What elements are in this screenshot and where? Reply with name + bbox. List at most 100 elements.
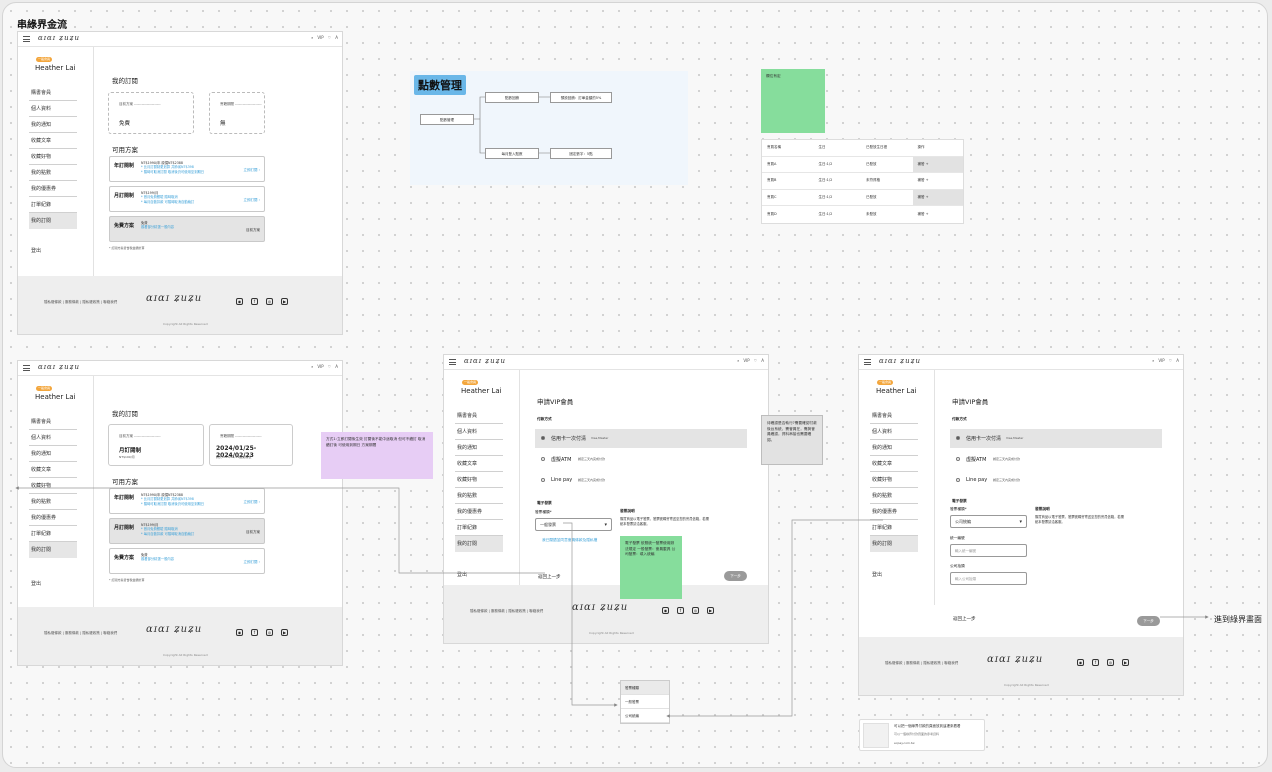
youtube-icon[interactable]: ▶ bbox=[707, 607, 714, 614]
pay-option-linepay[interactable]: Line pay 綁定三天內完成付款 bbox=[535, 471, 747, 490]
pay-option-atm[interactable]: 虛擬ATM 綁定三天內完成付款 bbox=[950, 450, 1162, 469]
subscribe-button[interactable]: 立即訂閱 › bbox=[243, 500, 260, 505]
plan-card-yearly[interactable]: 年訂閱制 NT$1990/年 原價NT$2388 * 比月訂閱制更划算 共節省N… bbox=[109, 156, 265, 182]
pay-option-atm[interactable]: 虛擬ATM 綁定三天內完成付款 bbox=[535, 450, 747, 469]
plan-card-monthly[interactable]: 月訂閱制 NT$199/月 * 首月免費體驗 隨時取消 * 每月自動扣款 可隨時… bbox=[109, 186, 265, 212]
menu-item[interactable]: 收藏文章 bbox=[29, 133, 77, 149]
logout-link[interactable]: 登出 bbox=[457, 571, 467, 578]
vip-icon[interactable]: VIP bbox=[743, 358, 749, 363]
menu-item[interactable]: 我的通知 bbox=[29, 446, 77, 462]
menu-item[interactable]: 我的通知 bbox=[455, 440, 503, 456]
menu-item[interactable]: 訂單紀錄 bbox=[29, 526, 77, 542]
search-icon[interactable]: ⌕ bbox=[1152, 358, 1154, 363]
radio-on-icon[interactable] bbox=[541, 436, 545, 440]
search-icon[interactable]: ⌕ bbox=[311, 364, 313, 369]
account-icon[interactable]: A bbox=[335, 35, 338, 40]
pay-option-linepay[interactable]: Line pay 綁定三天內完成付款 bbox=[950, 471, 1162, 490]
search-icon[interactable]: ⌕ bbox=[737, 358, 739, 363]
next-button[interactable]: 下一步 bbox=[724, 571, 747, 581]
menu-item[interactable]: 我的優惠券 bbox=[455, 504, 503, 520]
invoice-type-select[interactable]: 公司統編 bbox=[950, 515, 1027, 528]
instagram-icon[interactable]: ◉ bbox=[1077, 659, 1084, 666]
company-input[interactable]: 輸入公司抬頭 bbox=[950, 572, 1027, 585]
menu-item[interactable]: 收藏文章 bbox=[29, 462, 77, 478]
logout-link[interactable]: 登出 bbox=[31, 580, 41, 587]
footer-links[interactable]: 隱私權條款 | 服務條款 | 隱私權政策 | 聯絡我們 bbox=[885, 661, 958, 666]
points-diagram[interactable]: 點數管理 點數管理 點數回饋 預設回饋：訂單金額的5% 每月登入點數 固定數字：… bbox=[410, 71, 688, 185]
menu-item[interactable]: 個人資料 bbox=[29, 430, 77, 446]
current-plan-button[interactable]: 目前方案 bbox=[246, 530, 260, 535]
menu-item[interactable]: 我的點數 bbox=[870, 488, 918, 504]
plan-card-monthly[interactable]: 月訂閱制 NT$199/月 * 首月免費體驗 隨時取消 * 每月自動扣款 可隨時… bbox=[109, 518, 265, 544]
subscribe-button[interactable]: 立即訂閱 › bbox=[243, 168, 260, 173]
subscribe-button[interactable]: 立即訂閱 › bbox=[243, 560, 260, 565]
account-icon[interactable]: A bbox=[335, 364, 338, 369]
footer-links[interactable]: 隱私權條款 | 服務條款 | 隱私權政策 | 聯絡我們 bbox=[44, 300, 117, 305]
hamburger-icon[interactable] bbox=[23, 36, 30, 42]
dropdown-option[interactable]: 公司統編 bbox=[621, 709, 669, 723]
agree-terms[interactable]: 我已閱讀並同意會員條款及隱私權 bbox=[542, 538, 597, 543]
youtube-icon[interactable]: ▶ bbox=[281, 298, 288, 305]
menu-item[interactable]: 收藏好物 bbox=[29, 478, 77, 494]
heart-icon[interactable]: ♡ bbox=[328, 364, 332, 369]
menu-item[interactable]: 收藏好物 bbox=[870, 472, 918, 488]
logout-link[interactable]: 登出 bbox=[872, 571, 882, 578]
hamburger-icon[interactable] bbox=[864, 359, 871, 365]
dropdown-option[interactable]: 一般發票 bbox=[621, 695, 669, 709]
threads-icon[interactable]: ◎ bbox=[692, 607, 699, 614]
menu-item[interactable]: 收藏好物 bbox=[455, 472, 503, 488]
radio-off-icon[interactable] bbox=[956, 478, 960, 482]
menu-item-subscription[interactable]: 我的訂閱 bbox=[870, 536, 918, 552]
menu-item[interactable]: 我的點數 bbox=[29, 494, 77, 510]
menu-item[interactable]: 我的通知 bbox=[870, 440, 918, 456]
link-preview-card[interactable]: 可以把一個綠界付款的頁面放到這裡來看看 可以一個綠界付款頁面的參考資料 ecpa… bbox=[859, 719, 985, 751]
radio-off-icon[interactable] bbox=[956, 457, 960, 461]
footer-links[interactable]: 隱私權條款 | 服務條款 | 隱私權政策 | 聯絡我們 bbox=[44, 631, 117, 636]
menu-item[interactable]: 購書會員 bbox=[29, 414, 77, 430]
search-icon[interactable]: ⌕ bbox=[311, 35, 313, 40]
vip-icon[interactable]: VIP bbox=[1158, 358, 1164, 363]
threads-icon[interactable]: ◎ bbox=[266, 629, 273, 636]
footer-links[interactable]: 隱私權條款 | 服務條款 | 隱私權政策 | 聯絡我們 bbox=[470, 609, 543, 614]
threads-icon[interactable]: ◎ bbox=[1107, 659, 1114, 666]
instagram-icon[interactable]: ◉ bbox=[662, 607, 669, 614]
menu-item[interactable]: 收藏好物 bbox=[29, 149, 77, 165]
menu-item[interactable]: 訂單紀錄 bbox=[870, 520, 918, 536]
menu-item[interactable]: 我的優惠券 bbox=[29, 181, 77, 197]
vip-icon[interactable]: VIP bbox=[317, 364, 323, 369]
hamburger-icon[interactable] bbox=[449, 359, 456, 365]
logout-link[interactable]: 登出 bbox=[31, 247, 41, 254]
youtube-icon[interactable]: ▶ bbox=[1122, 659, 1129, 666]
vip-icon[interactable]: VIP bbox=[317, 35, 323, 40]
reissue-button[interactable]: 補發 + bbox=[912, 156, 963, 173]
facebook-icon[interactable]: f bbox=[251, 298, 258, 305]
menu-item[interactable]: 我的通知 bbox=[29, 117, 77, 133]
menu-item[interactable]: 我的優惠券 bbox=[870, 504, 918, 520]
hamburger-icon[interactable] bbox=[23, 365, 30, 371]
facebook-icon[interactable]: f bbox=[251, 629, 258, 636]
back-link[interactable]: 返回上一步 bbox=[953, 616, 976, 622]
current-plan-button[interactable]: 目前方案 bbox=[246, 228, 260, 233]
instagram-icon[interactable]: ◉ bbox=[236, 298, 243, 305]
account-icon[interactable]: A bbox=[761, 358, 764, 363]
menu-item[interactable]: 收藏文章 bbox=[870, 456, 918, 472]
whiteboard-canvas[interactable]: 串綠界金流 ɑɪɑɪ ʑuʑu ⌕ VIP ♡ A 一般會員 Heather L… bbox=[2, 2, 1268, 768]
reissue-button[interactable]: 補發 + bbox=[913, 206, 964, 223]
subscribe-button[interactable]: 立即訂閱 › bbox=[243, 198, 260, 203]
reissue-button[interactable]: 補發 + bbox=[912, 189, 963, 206]
instagram-icon[interactable]: ◉ bbox=[236, 629, 243, 636]
menu-item-subscription[interactable]: 我的訂閱 bbox=[29, 213, 77, 229]
next-button[interactable]: 下一步 bbox=[1137, 616, 1160, 626]
menu-item[interactable]: 訂單紀錄 bbox=[455, 520, 503, 536]
menu-item[interactable]: 我的點數 bbox=[455, 488, 503, 504]
pay-option-credit[interactable]: 信用卡一次付清 Visa,Master bbox=[535, 429, 747, 448]
menu-item[interactable]: 我的優惠券 bbox=[29, 510, 77, 526]
heart-icon[interactable]: ♡ bbox=[754, 358, 758, 363]
menu-item-subscription[interactable]: 我的訂閱 bbox=[29, 542, 77, 558]
menu-item[interactable]: 個人資料 bbox=[29, 101, 77, 117]
threads-icon[interactable]: ◎ bbox=[266, 298, 273, 305]
menu-item[interactable]: 個人資料 bbox=[870, 424, 918, 440]
account-icon[interactable]: A bbox=[1176, 358, 1179, 363]
brand-logo[interactable]: ɑɪɑɪ ʑuʑu bbox=[38, 363, 80, 371]
brand-logo[interactable]: ɑɪɑɪ ʑuʑu bbox=[464, 357, 506, 365]
